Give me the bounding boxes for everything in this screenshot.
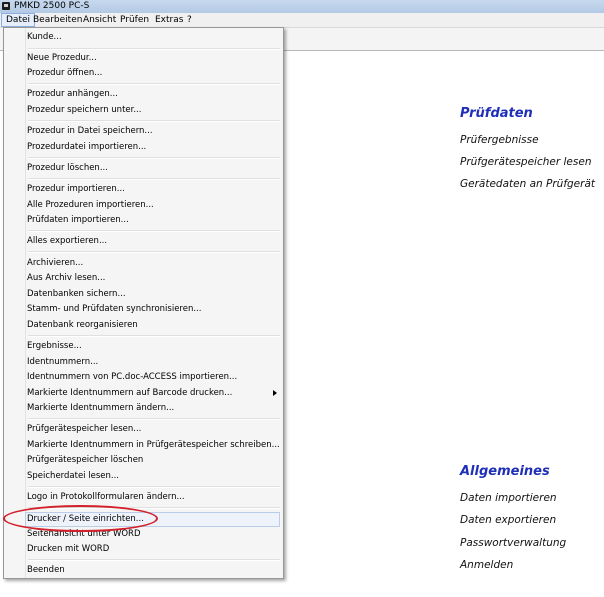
link-anmelden[interactable]: Anmelden xyxy=(460,559,513,571)
window-title: PMKD 2500 PC-S xyxy=(14,1,90,11)
menu-separator xyxy=(28,83,280,85)
menu-item-datenbanken-sichern[interactable]: Datenbanken sichern... xyxy=(25,287,282,302)
title-bar: PMKD 2500 PC-S xyxy=(0,0,604,14)
menu-item-identnummern-access-importieren[interactable]: Identnummern von PC.doc-ACCESS importier… xyxy=(25,370,282,385)
menu-item-ergebnisse[interactable]: Ergebnisse... xyxy=(25,339,282,354)
link-daten-exportieren[interactable]: Daten exportieren xyxy=(460,514,556,526)
submenu-arrow-icon xyxy=(273,390,277,396)
allgemeines-title: Allgemeines xyxy=(460,464,550,479)
menu-item-speicherdatei-lesen[interactable]: Speicherdatei lesen... xyxy=(25,469,282,484)
menu-item-alle-prozeduren-importieren[interactable]: Alle Prozeduren importieren... xyxy=(25,198,282,213)
menu-item-archivieren[interactable]: Archivieren... xyxy=(25,256,282,271)
menu-separator xyxy=(28,335,280,337)
menu-separator xyxy=(28,559,280,561)
link-pruefgeraetespeicher-lesen[interactable]: Prüfgerätespeicher lesen xyxy=(460,156,591,168)
menu-separator xyxy=(28,486,280,488)
annotation-ellipse xyxy=(3,505,158,532)
menu-item-prozedur-anhaengen[interactable]: Prozedur anhängen... xyxy=(25,87,282,102)
menu-separator xyxy=(28,178,280,180)
menu-item-identnummern-barcode-drucken[interactable]: Markierte Identnummern auf Barcode druck… xyxy=(25,386,282,401)
menu-item-prozedur-in-datei-speichern[interactable]: Prozedur in Datei speichern... xyxy=(25,124,282,139)
menu-item-prozedur-importieren[interactable]: Prozedur importieren... xyxy=(25,182,282,197)
menu-item-pruefgeraetespeicher-lesen[interactable]: Prüfgerätespeicher lesen... xyxy=(25,422,282,437)
menu-item-datenbank-reorganisieren[interactable]: Datenbank reorganisieren xyxy=(25,318,282,333)
app-icon[interactable] xyxy=(2,2,10,10)
datei-dropdown-menu: Kunde... Neue Prozedur... Prozedur öffne… xyxy=(3,27,284,579)
menu-item-identnummern-aendern[interactable]: Markierte Identnummern ändern... xyxy=(25,401,282,416)
menu-item-beenden[interactable]: Beenden xyxy=(25,563,282,578)
menu-help[interactable]: ? xyxy=(183,13,196,27)
menu-separator xyxy=(28,251,280,253)
menu-extras[interactable]: Extras xyxy=(151,13,187,27)
menu-ansicht[interactable]: Ansicht xyxy=(79,13,120,27)
link-geraetedaten-an-pruefgeraet[interactable]: Gerätedaten an Prüfgerät xyxy=(460,178,595,190)
menu-pruefen[interactable]: Prüfen xyxy=(116,13,153,27)
menu-separator xyxy=(28,48,280,50)
menu-separator xyxy=(28,157,280,159)
menu-item-prozedur-speichern-unter[interactable]: Prozedur speichern unter... xyxy=(25,103,282,118)
app-window: PMKD 2500 PC-S Datei Bearbeiten Ansicht … xyxy=(0,0,604,597)
link-passwortverwaltung[interactable]: Passwortverwaltung xyxy=(460,537,566,549)
menu-item-neue-prozedur[interactable]: Neue Prozedur... xyxy=(25,51,282,66)
menu-item-prozedur-oeffnen[interactable]: Prozedur öffnen... xyxy=(25,66,282,81)
menu-separator xyxy=(28,418,280,420)
menu-item-aus-archiv-lesen[interactable]: Aus Archiv lesen... xyxy=(25,271,282,286)
menu-separator xyxy=(28,230,280,232)
link-pruefergebnisse[interactable]: Prüfergebnisse xyxy=(460,134,539,146)
menu-item-prozedur-loeschen[interactable]: Prozedur löschen... xyxy=(25,161,282,176)
menu-item-drucken-mit-word[interactable]: Drucken mit WORD xyxy=(25,542,282,557)
menu-item-pruefdaten-importieren[interactable]: Prüfdaten importieren... xyxy=(25,213,282,228)
menu-separator xyxy=(28,120,280,122)
menu-item-alles-exportieren[interactable]: Alles exportieren... xyxy=(25,234,282,249)
menu-item-identnummern-in-speicher-schreiben[interactable]: Markierte Identnummern in Prüfgerätespei… xyxy=(25,438,282,453)
menu-bearbeiten[interactable]: Bearbeiten xyxy=(29,13,86,27)
menu-item-identnummern[interactable]: Identnummern... xyxy=(25,355,282,370)
menu-item-prozedurdatei-importieren[interactable]: Prozedurdatei importieren... xyxy=(25,140,282,155)
menu-item-stamm-und-pruefdaten-synchronisieren[interactable]: Stamm- und Prüfdaten synchronisieren... xyxy=(25,302,282,317)
link-daten-importieren[interactable]: Daten importieren xyxy=(460,492,557,504)
menu-item-logo-aendern[interactable]: Logo in Protokollformularen ändern... xyxy=(25,490,282,505)
menu-item-kunde[interactable]: Kunde... xyxy=(25,30,282,45)
menu-bar: Datei Bearbeiten Ansicht Prüfen Extras ? xyxy=(0,13,604,28)
menu-item-pruefgeraetespeicher-loeschen[interactable]: Prüfgerätespeicher löschen xyxy=(25,453,282,468)
pruefdaten-title: Prüfdaten xyxy=(460,106,533,121)
